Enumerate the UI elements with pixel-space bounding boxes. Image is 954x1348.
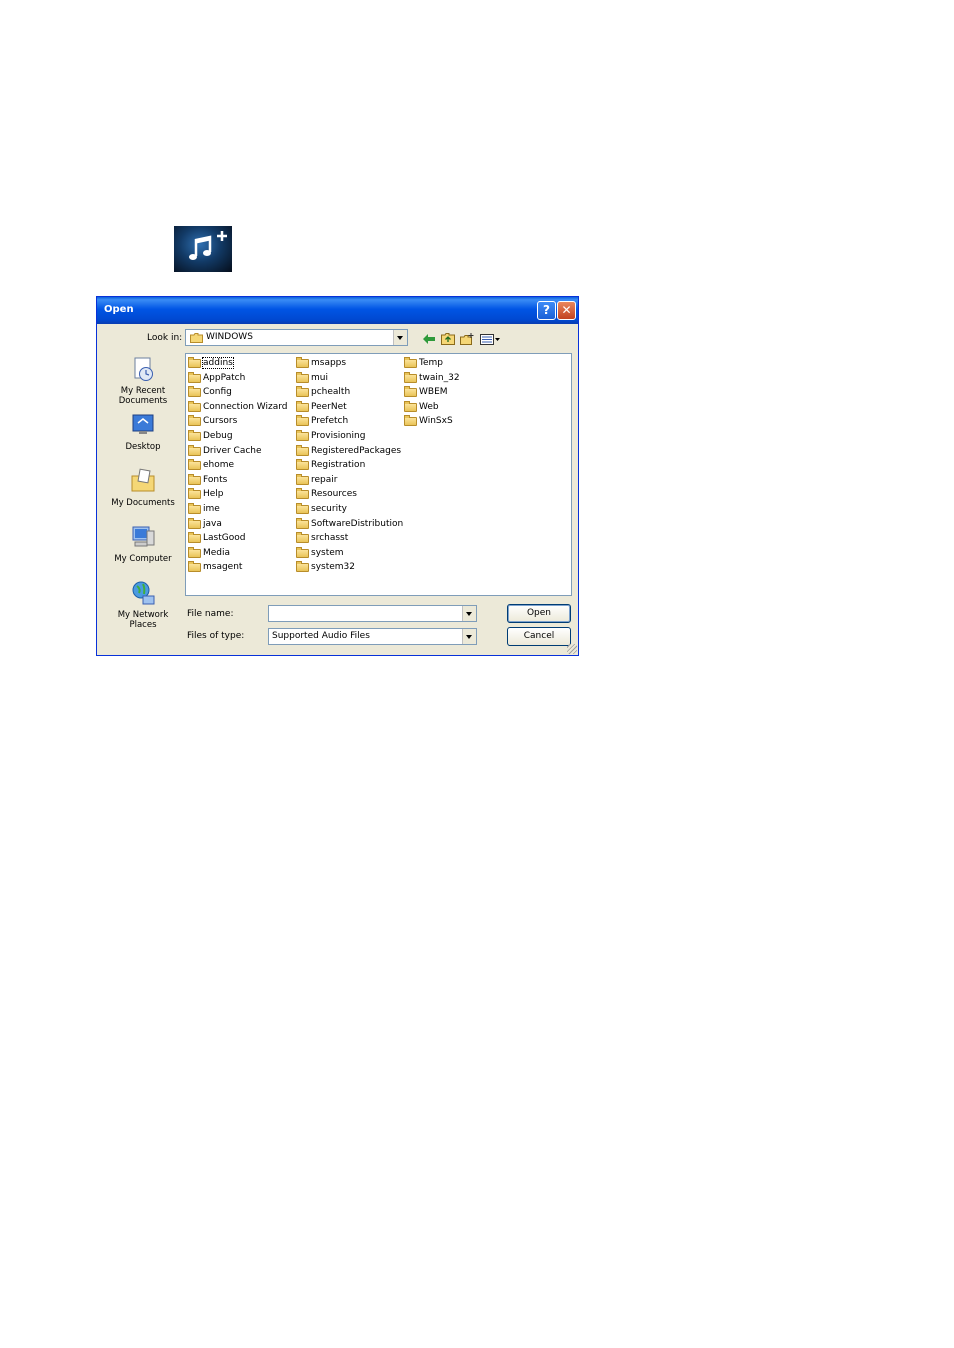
folder-icon [188, 459, 201, 471]
network-places-icon [132, 581, 155, 605]
cancel-button[interactable]: Cancel [507, 627, 571, 646]
recent-documents-icon [134, 357, 153, 381]
place-label: My Network Places [117, 610, 169, 630]
folder-icon [404, 400, 417, 412]
folder-icon [404, 357, 417, 368]
file-name-label: File name: [187, 609, 234, 619]
open-button[interactable]: Open [507, 604, 571, 623]
files-of-type-dropdown[interactable]: Supported Audio Files [268, 628, 477, 645]
folder-icon [188, 561, 201, 573]
place-network-places[interactable]: My Network Places [103, 579, 183, 630]
close-button[interactable]: ✕ [557, 301, 576, 320]
folder-icon [188, 429, 201, 441]
back-icon[interactable] [422, 333, 436, 345]
place-label: Desktop [125, 442, 161, 452]
folder-icon [188, 357, 201, 368]
dialog-title: Open [104, 304, 134, 315]
folder-icon [190, 333, 203, 343]
title-bar[interactable]: Open ? ✕ [97, 297, 578, 324]
folder-icon [188, 502, 201, 514]
folder-icon [404, 386, 417, 398]
folder-icon [404, 415, 417, 427]
music-add-icon [174, 226, 232, 272]
files-of-type-value: Supported Audio Files [272, 631, 370, 641]
folder-icon [188, 532, 201, 544]
folder-icon [296, 546, 309, 558]
file-list[interactable]: addins AppPatch Config Connection Wizard… [185, 353, 572, 596]
folder-icon [188, 371, 201, 383]
folder-icon [296, 386, 309, 398]
folder-icon [188, 400, 201, 412]
place-label: My Computer [114, 554, 172, 564]
my-computer-icon [132, 526, 155, 547]
folder-icon [296, 444, 309, 456]
files-of-type-label: Files of type: [187, 631, 245, 641]
place-my-documents[interactable]: My Documents [103, 467, 183, 508]
folder-icon [296, 561, 309, 573]
place-my-computer[interactable]: My Computer [103, 523, 183, 564]
resize-grip[interactable] [567, 644, 577, 654]
folder-icon [296, 459, 309, 471]
chevron-down-icon[interactable] [462, 629, 476, 644]
open-dialog: Open ? ✕ Look in: WINDOWS My Recent Docu… [96, 296, 579, 656]
folder-icon [296, 488, 309, 500]
new-folder-icon[interactable] [460, 333, 474, 345]
folder-icon [296, 473, 309, 485]
folder-icon [296, 357, 309, 368]
desktop-icon [132, 414, 154, 434]
folder-icon [188, 488, 201, 500]
look-in-value: WINDOWS [206, 332, 253, 342]
look-in-label: Look in: [147, 333, 183, 343]
folder-icon [296, 371, 309, 383]
folder-icon [188, 473, 201, 485]
folder-icon [296, 415, 309, 427]
chevron-down-icon[interactable] [393, 330, 407, 345]
folder-icon [188, 444, 201, 456]
place-recent-documents[interactable]: My Recent Documents [103, 355, 183, 406]
folder-icon [188, 415, 201, 427]
up-folder-icon[interactable] [441, 333, 455, 345]
view-menu-icon[interactable] [480, 333, 502, 345]
place-desktop[interactable]: Desktop [103, 411, 183, 452]
help-button[interactable]: ? [537, 301, 556, 320]
folder-icon [296, 429, 309, 441]
folder-icon [404, 371, 417, 383]
folder-icon [188, 386, 201, 398]
folder-icon [296, 400, 309, 412]
place-label: My Documents [111, 498, 175, 508]
folder-icon [296, 502, 309, 514]
folder-icon [188, 517, 201, 529]
look-in-dropdown[interactable]: WINDOWS [185, 329, 408, 346]
folder-icon [296, 532, 309, 544]
file-name-input[interactable] [268, 605, 477, 622]
place-label: My Recent Documents [118, 386, 168, 406]
my-documents-icon [131, 468, 155, 492]
chevron-down-icon[interactable] [462, 606, 476, 621]
folder-icon [188, 546, 201, 558]
folder-icon [296, 517, 309, 529]
